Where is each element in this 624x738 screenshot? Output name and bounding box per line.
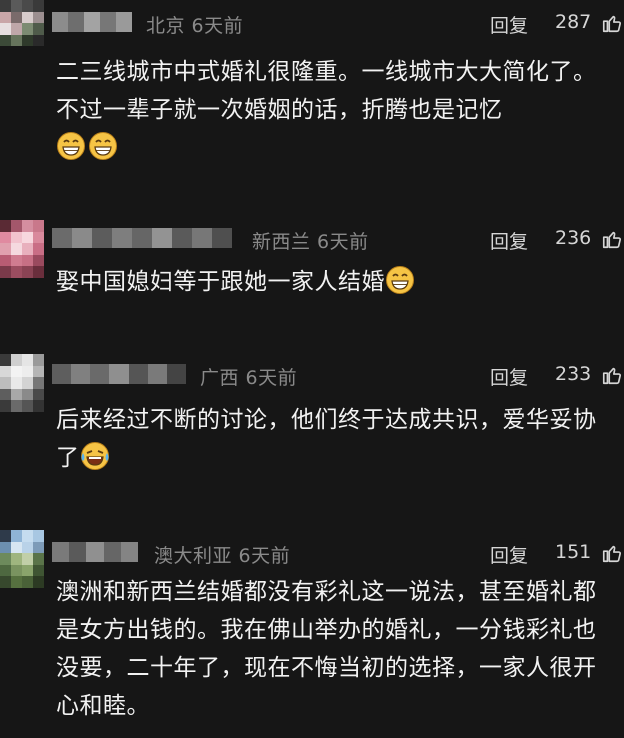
avatar[interactable] <box>0 0 44 52</box>
reply-button[interactable]: 回复 <box>490 541 528 568</box>
avatar[interactable] <box>0 530 44 588</box>
reply-button[interactable]: 回复 <box>490 11 528 38</box>
avatar[interactable] <box>0 220 44 278</box>
comment-text-content: 后来经过不断的讨论，他们终于达成共识，爱华妥协了 <box>56 407 597 471</box>
thumbs-up-icon[interactable] <box>601 228 623 250</box>
thumbs-up-icon[interactable] <box>601 12 623 34</box>
comment-item: 新西兰 6天前 回复 236 娶中国媳妇等于跟她一家人结婚 <box>0 218 624 318</box>
comment-text-content: 二三线城市中式婚礼很隆重。一线城市大大简化了。不过一辈子就一次婚姻的话，折腾也是… <box>56 59 597 123</box>
location-time: 北京 6天前 <box>146 15 244 37</box>
reply-button[interactable]: 回复 <box>490 363 528 390</box>
location-time: 广西 6天前 <box>200 367 298 389</box>
laugh-cry-emoji-icon <box>80 442 109 470</box>
grin-emoji-icon <box>89 132 117 160</box>
username-blurred[interactable] <box>52 542 139 562</box>
location-time: 新西兰 6天前 <box>252 231 369 253</box>
like-count: 151 <box>555 541 592 563</box>
comment-item: 澳大利亚 6天前 回复 151 澳洲和新西兰结婚都没有彩礼这一说法，甚至婚礼都是… <box>0 530 624 738</box>
like-count: 236 <box>555 227 592 249</box>
username-blurred[interactable] <box>52 12 132 32</box>
comment-text: 后来经过不断的讨论，他们终于达成共识，爱华妥协了 <box>56 401 616 477</box>
thumbs-up-icon[interactable] <box>601 542 623 564</box>
comment-text: 澳洲和新西兰结婚都没有彩礼这一说法，甚至婚礼都是女方出钱的。我在佛山举办的婚礼，… <box>56 573 616 725</box>
comment-item: 北京 6天前 回复 287 二三线城市中式婚礼很隆重。一线城市大大简化了。不过一… <box>0 0 624 170</box>
comment-text: 娶中国媳妇等于跟她一家人结婚 <box>56 263 616 301</box>
grin-emoji-icon <box>386 266 414 294</box>
comment-text-content: 娶中国媳妇等于跟她一家人结婚 <box>56 269 385 295</box>
comment-text: 二三线城市中式婚礼很隆重。一线城市大大简化了。不过一辈子就一次婚姻的话，折腾也是… <box>56 53 616 167</box>
username-blurred[interactable] <box>52 228 232 248</box>
comment-text-content: 澳洲和新西兰结婚都没有彩礼这一说法，甚至婚礼都是女方出钱的。我在佛山举办的婚礼，… <box>56 579 597 719</box>
comment-item: 广西 6天前 回复 233 后来经过不断的讨论，他们终于达成共识，爱华妥协了 <box>0 354 624 484</box>
grin-emoji-icon <box>57 132 85 160</box>
username-blurred[interactable] <box>52 364 186 384</box>
like-count: 233 <box>555 363 592 385</box>
reply-button[interactable]: 回复 <box>490 227 528 254</box>
comments-screen: { "comments": [ { "location_time": "北京 6… <box>0 0 624 738</box>
thumbs-up-icon[interactable] <box>601 364 623 386</box>
location-time: 澳大利亚 6天前 <box>154 545 291 567</box>
like-count: 287 <box>555 11 592 33</box>
avatar[interactable] <box>0 354 44 412</box>
